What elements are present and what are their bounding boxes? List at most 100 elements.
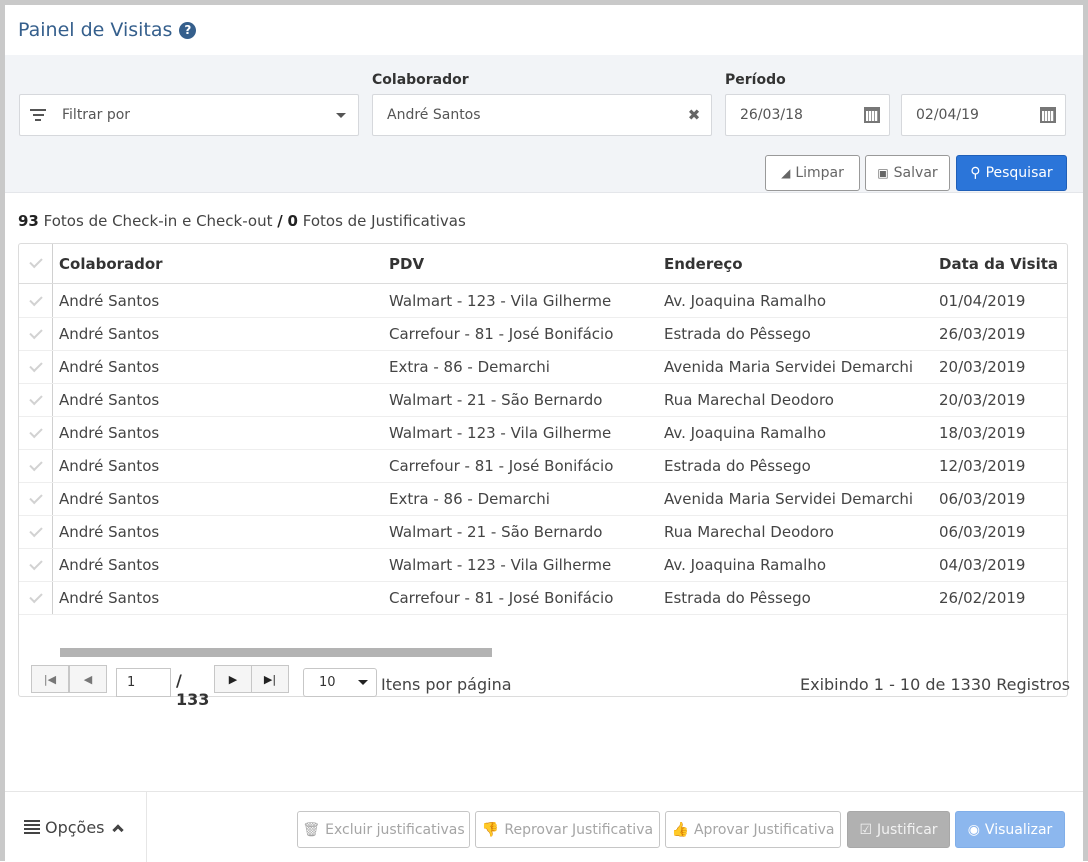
prev-page-button[interactable]: ◀ <box>69 665 107 693</box>
column-header-colaborador[interactable]: Colaborador <box>59 255 163 273</box>
cell-pdv: Carrefour - 81 - José Bonifácio <box>389 457 614 475</box>
row-check-icon[interactable] <box>29 589 43 604</box>
cell-colaborador: André Santos <box>59 523 160 541</box>
table-row[interactable]: André Santos Carrefour - 81 - José Bonifá… <box>19 450 1067 483</box>
next-page-button[interactable]: ▶ <box>214 665 252 693</box>
justif-count: 0 <box>287 212 298 230</box>
trash-icon: 🗑 <box>302 821 321 838</box>
approve-justification-label: Aprovar Justificativa <box>693 821 835 838</box>
cell-colaborador: André Santos <box>59 424 160 442</box>
search-button-label: Pesquisar <box>985 165 1053 181</box>
reject-justification-button[interactable]: 👎 Reprovar Justificativa <box>475 811 660 848</box>
reject-justification-label: Reprovar Justificativa <box>504 821 654 838</box>
cell-endereco: Estrada do Pêssego <box>664 589 811 607</box>
clear-x-icon[interactable]: ✖ <box>677 106 711 124</box>
view-button[interactable]: ◉ Visualizar <box>955 811 1065 848</box>
horizontal-scrollbar[interactable] <box>60 648 492 657</box>
cell-pdv: Walmart - 123 - Vila Gilherme <box>389 424 612 442</box>
records-info: Exibindo 1 - 10 de 1330 Registros <box>800 675 1071 694</box>
row-check-icon[interactable] <box>29 358 43 373</box>
colaborador-label: Colaborador <box>372 72 469 88</box>
delete-justifications-button[interactable]: 🗑 Excluir justificativas <box>297 811 470 848</box>
cell-pdv: Extra - 86 - Demarchi <box>389 358 550 376</box>
cell-pdv: Walmart - 21 - São Bernardo <box>389 391 603 409</box>
options-toggle[interactable]: Opções <box>5 792 147 862</box>
row-check-icon[interactable] <box>29 556 43 571</box>
table-row[interactable]: André Santos Walmart - 123 - Vila Gilherm… <box>19 549 1067 582</box>
page-title-text: Painel de Visitas <box>18 19 173 41</box>
justify-button-label: Justificar <box>877 821 938 838</box>
cell-data-visita: 26/02/2019 <box>939 589 1026 607</box>
options-label: Opções <box>45 817 105 837</box>
table-row[interactable]: André Santos Walmart - 21 - São Bernardo R… <box>19 516 1067 549</box>
approve-justification-button[interactable]: 👍 Aprovar Justificativa <box>665 811 841 848</box>
cell-endereco: Rua Marechal Deodoro <box>664 391 834 409</box>
cell-pdv: Walmart - 21 - São Bernardo <box>389 523 603 541</box>
page-number-input[interactable]: 1 <box>116 668 171 697</box>
cell-endereco: Estrada do Pêssego <box>664 457 811 475</box>
results-summary: 93 Fotos de Check-in e Check-out / 0 Fot… <box>18 212 466 230</box>
cell-pdv: Walmart - 123 - Vila Gilherme <box>389 556 612 574</box>
justify-button[interactable]: ☑ Justificar <box>847 811 950 848</box>
table-row[interactable]: André Santos Walmart - 123 - Vila Gilherm… <box>19 285 1067 318</box>
filter-by-select[interactable]: Filtrar por <box>19 94 359 136</box>
thumbs-up-icon: 👍 <box>671 821 689 838</box>
save-button[interactable]: ▣ Salvar <box>865 155 950 191</box>
cell-data-visita: 20/03/2019 <box>939 358 1026 376</box>
column-header-endereco[interactable]: Endereço <box>664 255 743 273</box>
row-check-icon[interactable] <box>29 391 43 406</box>
cell-colaborador: André Santos <box>59 490 160 508</box>
eraser-icon: ◢ <box>781 166 791 180</box>
first-page-button[interactable]: |◀ <box>31 665 69 693</box>
calendar-icon[interactable] <box>855 107 889 123</box>
per-page-value: 10 <box>319 675 336 690</box>
table-row[interactable]: André Santos Carrefour - 81 - José Bonifá… <box>19 318 1067 351</box>
list-icon <box>24 820 40 834</box>
cell-pdv: Carrefour - 81 - José Bonifácio <box>389 589 614 607</box>
last-page-button[interactable]: ▶| <box>251 665 289 693</box>
check-square-icon: ☑ <box>859 821 873 838</box>
row-check-icon[interactable] <box>29 457 43 472</box>
colaborador-field[interactable]: André Santos ✖ <box>372 94 712 136</box>
cell-data-visita: 06/03/2019 <box>939 490 1026 508</box>
row-check-icon[interactable] <box>29 292 43 307</box>
per-page-select[interactable]: 10 <box>303 668 377 697</box>
justif-text: Fotos de Justificativas <box>302 212 466 230</box>
filter-icon <box>30 109 46 121</box>
cell-data-visita: 04/03/2019 <box>939 556 1026 574</box>
table-row[interactable]: André Santos Carrefour - 81 - José Bonifá… <box>19 582 1067 615</box>
search-icon: ⚲ <box>970 165 981 181</box>
chevron-up-icon <box>111 823 124 836</box>
calendar-icon[interactable] <box>1031 107 1065 123</box>
cell-data-visita: 18/03/2019 <box>939 424 1026 442</box>
date-start-field[interactable]: 26/03/18 <box>725 94 890 136</box>
row-check-icon[interactable] <box>29 490 43 505</box>
row-check-icon[interactable] <box>29 523 43 538</box>
row-check-icon[interactable] <box>29 325 43 340</box>
clear-button[interactable]: ◢ Limpar <box>765 155 860 191</box>
checkin-count: 93 <box>18 212 39 230</box>
table-row[interactable]: André Santos Extra - 86 - Demarchi Avenida… <box>19 351 1067 384</box>
table-header: Colaborador PDV Endereço Data da Visita <box>19 244 1067 284</box>
table-row[interactable]: André Santos Walmart - 21 - São Bernardo R… <box>19 384 1067 417</box>
table-row[interactable]: André Santos Extra - 86 - Demarchi Avenida… <box>19 483 1067 516</box>
column-header-data-visita[interactable]: Data da Visita <box>939 255 1058 273</box>
cell-data-visita: 01/04/2019 <box>939 292 1026 310</box>
date-end-field[interactable]: 02/04/19 <box>901 94 1066 136</box>
per-page-label: Itens por página <box>381 675 512 694</box>
filter-panel: Filtrar por Colaborador André Santos ✖ P… <box>5 55 1083 193</box>
column-header-pdv[interactable]: PDV <box>389 255 424 273</box>
cell-endereco: Estrada do Pêssego <box>664 325 811 343</box>
select-all-check-icon[interactable] <box>29 254 43 269</box>
search-button[interactable]: ⚲ Pesquisar <box>956 155 1067 191</box>
colaborador-value: André Santos <box>387 107 481 123</box>
question-circle-icon[interactable]: ? <box>179 21 197 39</box>
save-button-label: Salvar <box>893 165 938 181</box>
cell-data-visita: 20/03/2019 <box>939 391 1026 409</box>
chevron-down-icon <box>324 112 358 118</box>
title-bar: Painel de Visitas ? <box>5 5 1083 55</box>
table-row[interactable]: André Santos Walmart - 123 - Vila Gilherm… <box>19 417 1067 450</box>
cell-colaborador: André Santos <box>59 325 160 343</box>
cell-colaborador: André Santos <box>59 556 160 574</box>
row-check-icon[interactable] <box>29 424 43 439</box>
